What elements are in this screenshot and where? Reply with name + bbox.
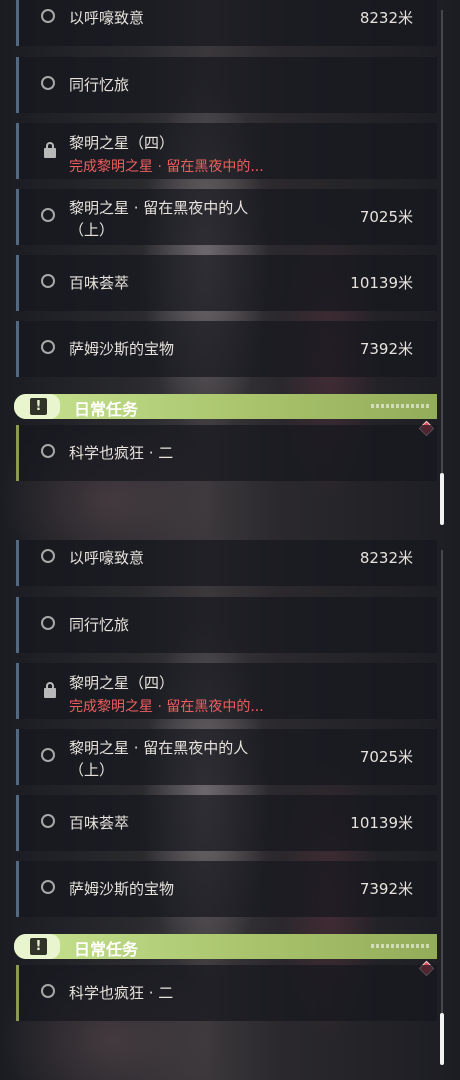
quest-title: 萨姆沙斯的宝物 <box>69 340 175 358</box>
quest-item-flavors[interactable]: 百味荟萃 10139米 <box>16 255 437 311</box>
quest-title: 黎明之星 · 留在黑夜中的人（上） <box>69 199 249 239</box>
quest-item-treasure[interactable]: 萨姆沙斯的宝物 7392米 <box>16 861 437 917</box>
quest-distance: 7392米 <box>359 880 413 898</box>
category-label: 日常任务 <box>74 940 139 959</box>
quest-item-flavors[interactable]: 百味荟萃 10139米 <box>16 795 437 851</box>
circle-icon <box>41 880 55 894</box>
quest-item-hunting[interactable]: 以呼嚎致意 8232米 <box>16 540 437 586</box>
header-decoration <box>371 404 429 408</box>
quest-distance: 7025米 <box>359 748 413 766</box>
daily-quest-item[interactable]: 科学也疯狂 · 二 <box>16 425 437 481</box>
quest-title: 萨姆沙斯的宝物 <box>69 880 175 898</box>
quest-item-locked[interactable]: 黎明之星（四） 完成黎明之星 · 留在黑夜中的... <box>16 663 437 719</box>
circle-icon <box>41 274 55 288</box>
lock-icon <box>44 682 56 698</box>
exclamation-icon: ! <box>14 934 60 959</box>
quest-item-journey[interactable]: 同行忆旅 <box>16 597 437 653</box>
circle-icon <box>41 814 55 828</box>
quest-distance: 7025米 <box>359 208 413 226</box>
quest-item-treasure[interactable]: 萨姆沙斯的宝物 7392米 <box>16 321 437 377</box>
quest-item-dawn-star[interactable]: 黎明之星 · 留在黑夜中的人（上） 7025米 <box>16 189 437 245</box>
quest-distance: 8232米 <box>359 549 413 567</box>
quest-distance: 10139米 <box>350 274 413 292</box>
quest-requirement: 完成黎明之星 · 留在黑夜中的... <box>69 699 264 715</box>
quest-title: 以呼嚎致意 <box>69 9 145 27</box>
exclamation-icon: ! <box>14 394 60 419</box>
quest-title: 黎明之星（四） <box>69 134 175 152</box>
quest-title: 同行忆旅 <box>69 616 130 634</box>
quest-title: 以呼嚎致意 <box>69 549 145 567</box>
quest-title: 科学也疯狂 · 二 <box>69 984 174 1002</box>
daily-category-header[interactable]: ! 日常任务 <box>14 934 437 959</box>
circle-icon <box>41 549 55 563</box>
scrollbar-track[interactable] <box>441 550 443 1065</box>
quest-requirement: 完成黎明之星 · 留在黑夜中的... <box>69 159 264 175</box>
scrollbar-track[interactable] <box>441 10 443 525</box>
quest-title: 黎明之星 · 留在黑夜中的人（上） <box>69 739 249 779</box>
quest-list-panel-top: 以呼嚎致意 8232米 同行忆旅 黎明之星（四） 完成黎明之星 · 留在黑夜中的… <box>0 0 460 540</box>
circle-icon <box>41 444 55 458</box>
quest-title: 科学也疯狂 · 二 <box>69 444 174 462</box>
circle-icon <box>41 340 55 354</box>
quest-item-hunting[interactable]: 以呼嚎致意 8232米 <box>16 0 437 46</box>
scrollbar-thumb[interactable] <box>440 473 444 525</box>
daily-category-header[interactable]: ! 日常任务 <box>14 394 437 419</box>
quest-title: 同行忆旅 <box>69 76 130 94</box>
quest-title: 黎明之星（四） <box>69 674 175 692</box>
scrollbar-thumb[interactable] <box>440 1013 444 1065</box>
header-decoration <box>371 944 429 948</box>
daily-quest-item[interactable]: 科学也疯狂 · 二 <box>16 965 437 1021</box>
quest-distance: 7392米 <box>359 340 413 358</box>
circle-icon <box>41 616 55 630</box>
circle-icon <box>41 984 55 998</box>
quest-distance: 10139米 <box>350 814 413 832</box>
quest-distance: 8232米 <box>359 9 413 27</box>
quest-list-panel-bottom: 以呼嚎致意 8232米 同行忆旅 黎明之星（四） 完成黎明之星 · 留在黑夜中的… <box>0 540 460 1080</box>
quest-item-locked[interactable]: 黎明之星（四） 完成黎明之星 · 留在黑夜中的... <box>16 123 437 179</box>
quest-title: 百味荟萃 <box>69 814 130 832</box>
lock-icon <box>44 142 56 158</box>
circle-icon <box>41 9 55 23</box>
circle-icon <box>41 208 55 222</box>
quest-item-dawn-star[interactable]: 黎明之星 · 留在黑夜中的人（上） 7025米 <box>16 729 437 785</box>
quest-title: 百味荟萃 <box>69 274 130 292</box>
circle-icon <box>41 76 55 90</box>
circle-icon <box>41 748 55 762</box>
category-label: 日常任务 <box>74 400 139 419</box>
quest-item-journey[interactable]: 同行忆旅 <box>16 57 437 113</box>
